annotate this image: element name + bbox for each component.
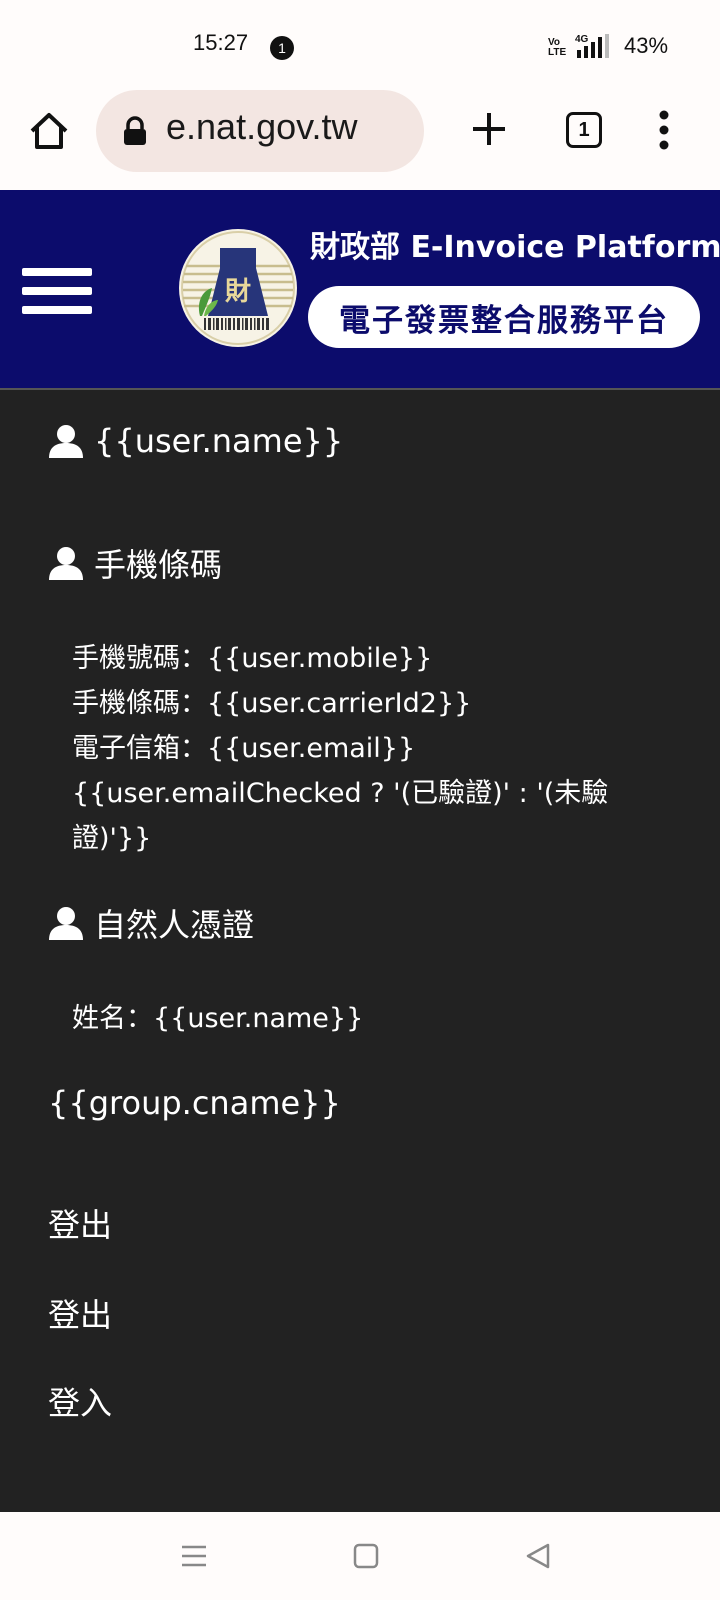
system-nav-bar xyxy=(0,1512,720,1600)
browser-toolbar: e.nat.gov.tw 1 xyxy=(0,90,720,190)
carrier-id-line: 手機條碼：{{user.carrierId2}} xyxy=(72,688,472,719)
notification-badge: 1 xyxy=(270,36,294,60)
site-header: 財 財政部 E-Invoice Platform 電子發票整合服務平台 xyxy=(0,190,720,388)
menu-citizen-cert-label: 自然人憑證 xyxy=(94,906,255,944)
recent-apps-icon[interactable] xyxy=(180,1542,208,1570)
menu-logout-2[interactable]: 登出 xyxy=(48,1290,112,1336)
svg-text:財: 財 xyxy=(225,277,251,307)
home-icon[interactable] xyxy=(28,110,70,152)
menu-user-name-label: {{user.name}} xyxy=(94,422,344,460)
menu-citizen-cert[interactable]: 自然人憑證 xyxy=(48,900,254,946)
menu-user-name[interactable]: {{user.name}} xyxy=(48,422,343,460)
cert-name-line: 姓名：{{user.name}} xyxy=(72,1003,364,1034)
side-menu: {{user.name}} 手機條碼 手機號碼：{{user.mobile}} … xyxy=(0,390,720,1512)
back-icon[interactable] xyxy=(524,1542,552,1570)
status-time: 15:27 xyxy=(193,30,249,55)
signal-icon: 4G xyxy=(575,34,609,58)
url-text: e.nat.gov.tw xyxy=(166,106,358,147)
tab-switcher-button[interactable]: 1 xyxy=(566,112,602,148)
hamburger-menu-icon[interactable] xyxy=(22,268,92,314)
email-checked-line: {{user.emailChecked ? '(已驗證)' : '(未驗證)'}… xyxy=(72,778,609,854)
menu-mobile-barcode[interactable]: 手機條碼 xyxy=(48,540,222,586)
new-tab-icon[interactable] xyxy=(470,110,508,148)
menu-logout-1[interactable]: 登出 xyxy=(48,1200,112,1246)
more-options-icon[interactable] xyxy=(652,108,676,152)
lock-icon xyxy=(124,116,146,145)
header-subtitle: 電子發票整合服務平台 xyxy=(308,286,700,348)
ministry-logo-icon[interactable]: 財 xyxy=(178,228,298,348)
header-title: 財政部 E-Invoice Platform xyxy=(310,230,720,265)
menu-login[interactable]: 登入 xyxy=(48,1378,112,1424)
menu-group-name[interactable]: {{group.cname}} xyxy=(48,1084,341,1122)
address-bar[interactable]: e.nat.gov.tw xyxy=(96,90,424,172)
battery-level: 43% xyxy=(624,33,669,58)
status-bar: 15:27 1 Vo LTE 4G 43% xyxy=(0,0,720,90)
email-line: 電子信箱：{{user.email}} xyxy=(72,733,416,764)
user-icon xyxy=(49,907,83,940)
mobile-number-line: 手機號碼：{{user.mobile}} xyxy=(72,643,433,674)
menu-mobile-barcode-label: 手機條碼 xyxy=(94,546,223,584)
home-nav-icon[interactable] xyxy=(352,1542,380,1570)
user-icon xyxy=(49,547,83,580)
volte-icon: Vo LTE xyxy=(548,37,567,58)
svg-text:4G: 4G xyxy=(575,34,589,45)
user-icon xyxy=(49,425,83,458)
